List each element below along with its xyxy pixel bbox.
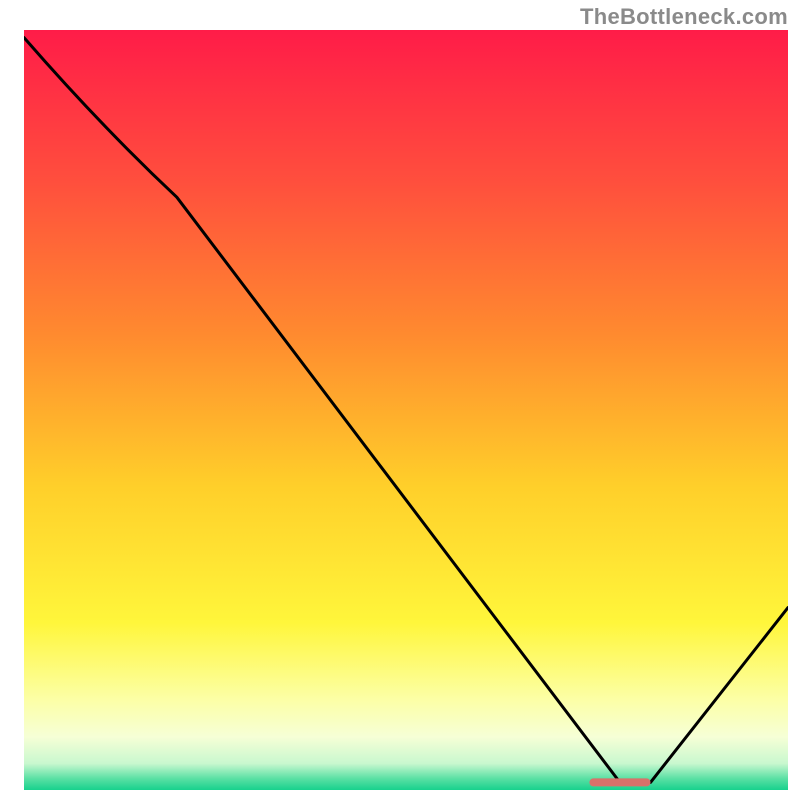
attribution-label: TheBottleneck.com <box>580 4 788 30</box>
bottleneck-chart <box>24 30 788 790</box>
optimal-range-marker <box>589 778 650 786</box>
plot-gradient-bg <box>24 30 788 790</box>
chart-container: TheBottleneck.com <box>0 0 800 800</box>
